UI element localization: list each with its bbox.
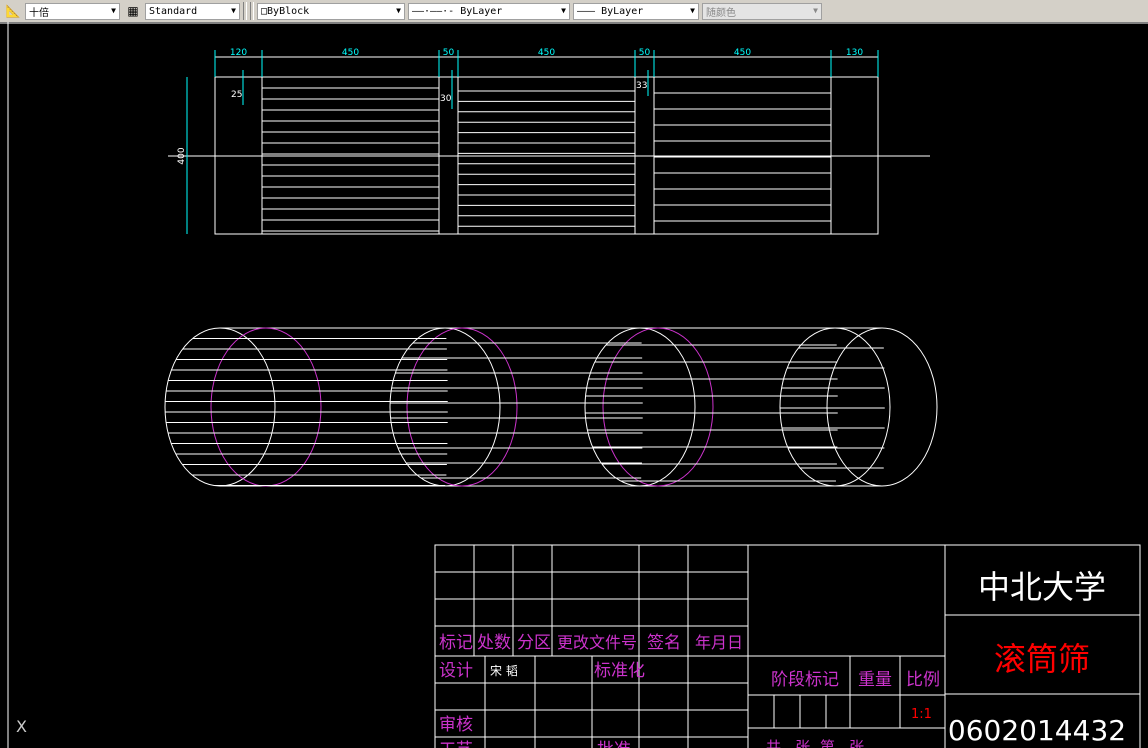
plotstyle-value: 随颜色 — [706, 7, 736, 19]
header-date: 年月日 — [695, 633, 743, 652]
drawing-canvas[interactable]: 120 450 50 450 50 450 130 400 25 30 33 标记 处数 分区 更改… — [0, 22, 1148, 748]
end-ellipse — [584, 327, 696, 487]
dimension-text: 30 — [440, 94, 452, 104]
dimension-text: 450 — [734, 48, 751, 58]
end-ellipse — [164, 327, 276, 487]
review-label: 审核 — [439, 715, 473, 735]
header-count: 处数 — [477, 633, 511, 653]
chevron-down-icon: ▼ — [231, 5, 236, 15]
color-dropdown[interactable]: □ ByBlock ▼ — [257, 2, 405, 20]
scale-value: 1:1 — [911, 707, 932, 722]
design-label: 设计 — [439, 661, 473, 681]
properties-toolbar: 📐 十倍 ▼ ▦ Standard ▼ □ ByBlock ▼ ——·——·- ByLa… — [0, 0, 1148, 24]
weight-label: 重量 — [858, 670, 892, 690]
chevron-down-icon: ▼ — [813, 5, 818, 15]
chevron-down-icon: ▼ — [561, 5, 566, 15]
linetype-sample: ——·——·- — [412, 5, 455, 17]
header-zone: 分区 — [517, 633, 551, 653]
process-label: 工艺 — [439, 740, 473, 748]
drawing-name: 滚筒筛 — [994, 640, 1090, 678]
dimension-style-icon[interactable]: 📐 — [4, 2, 22, 20]
end-ellipse — [826, 327, 938, 487]
ucs-icon: X — [16, 717, 27, 736]
ring-ellipse — [210, 327, 322, 487]
title-block-text: 标记 处数 分区 更改文件号 签名 年月日 设计 宋 韬 标准化 审核 工艺 批… — [439, 568, 1126, 748]
divider — [250, 2, 254, 20]
designer-name: 宋 韬 — [490, 663, 518, 678]
dimension-scale-value: 十倍 — [29, 7, 49, 19]
end-ellipse — [779, 327, 891, 487]
school-name: 中北大学 — [978, 568, 1106, 606]
lineweight-dropdown[interactable]: ——— ByLayer ▼ — [573, 2, 699, 20]
chevron-down-icon: ▼ — [690, 5, 695, 15]
color-value: ByBlock — [267, 5, 310, 17]
approve-label: 批准 — [597, 740, 631, 748]
stage-mark-label: 阶段标记 — [771, 670, 839, 690]
sheets-label: 共 张 第 张 — [766, 738, 864, 748]
header-mark: 标记 — [439, 633, 473, 653]
dimension-text: 50 — [443, 48, 455, 58]
dimension-text: 25 — [231, 90, 242, 100]
text-style-dropdown[interactable]: Standard ▼ — [145, 2, 240, 20]
header-change-doc: 更改文件号 — [557, 633, 637, 652]
isometric-view — [164, 327, 938, 487]
linetype-dropdown[interactable]: ——·——·- ByLayer ▼ — [408, 2, 570, 20]
top-view — [168, 76, 930, 235]
drawing-number: 0602014432 — [948, 714, 1126, 747]
dimension-text: 400 — [177, 147, 187, 164]
ring-ellipse — [602, 327, 714, 487]
chevron-down-icon: ▼ — [111, 5, 116, 15]
scale-label: 比例 — [906, 670, 940, 690]
dimension-scale-dropdown[interactable]: 十倍 ▼ — [25, 2, 120, 20]
text-style-icon[interactable]: ▦ — [124, 2, 142, 20]
standardization-label: 标准化 — [594, 661, 645, 681]
plotstyle-dropdown: 随颜色 ▼ — [702, 2, 822, 20]
dimension-text: 120 — [230, 48, 247, 58]
header-signature: 签名 — [647, 633, 681, 653]
dimension-text: 50 — [639, 48, 651, 58]
dimension-text: 33 — [636, 81, 647, 91]
lineweight-value: ByLayer — [601, 5, 644, 17]
dimension-text: 130 — [846, 48, 863, 58]
dimension-text: 450 — [538, 48, 555, 58]
text-style-value: Standard — [149, 5, 198, 17]
linetype-value: ByLayer — [460, 5, 503, 17]
chevron-down-icon: ▼ — [396, 5, 401, 15]
divider — [243, 2, 247, 20]
lineweight-sample: ——— — [577, 5, 596, 17]
dimension-text: 450 — [342, 48, 359, 58]
